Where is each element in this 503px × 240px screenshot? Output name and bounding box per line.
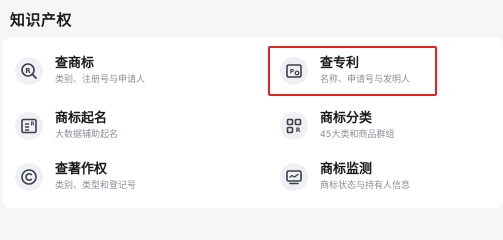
- tile-trademark-monitor[interactable]: 商标监测 商标状态与持有人信息: [272, 152, 502, 202]
- tile-description: 名称、申请号与发明人: [320, 75, 411, 85]
- tile-description: 大数据辅助起名: [55, 130, 119, 140]
- svg-text:R: R: [25, 67, 31, 75]
- tile-description: 类别、注册号与申请人: [55, 75, 146, 85]
- tile-title: 查商标: [55, 56, 95, 71]
- tile-title: 查专利: [320, 56, 360, 71]
- tile-trademark-naming[interactable]: R 商标起名 大数据辅助起名: [7, 101, 237, 151]
- patent-search-icon: P: [280, 57, 308, 85]
- tile-description: 45大类和商品群组: [320, 130, 395, 140]
- tile-title: 查著作权: [55, 162, 108, 177]
- tile-title: 商标分类: [320, 111, 373, 126]
- svg-text:P: P: [290, 69, 295, 76]
- tile-trademark-category[interactable]: R 商标分类 45大类和商品群组: [272, 101, 502, 151]
- trademark-search-icon: R: [15, 57, 43, 85]
- tile-patent-search[interactable]: P 查专利 名称、申请号与发明人: [272, 46, 502, 96]
- monitor-icon: [280, 163, 308, 191]
- tile-trademark-search[interactable]: R 查商标 类别、注册号与申请人: [7, 46, 237, 96]
- tile-title: 商标监测: [320, 162, 373, 177]
- category-grid-icon: R: [280, 112, 308, 140]
- tile-copyright-search[interactable]: 查著作权 类别、类型和登记号: [7, 152, 237, 202]
- tile-title: 商标起名: [55, 111, 108, 126]
- svg-text:R: R: [31, 122, 35, 128]
- tile-description: 商标状态与持有人信息: [320, 181, 411, 191]
- svg-text:R: R: [296, 127, 301, 134]
- section-title: 知识产权: [10, 11, 73, 29]
- tile-description: 类别、类型和登记号: [55, 181, 137, 191]
- copyright-icon: [15, 163, 43, 191]
- trademark-naming-icon: R: [15, 112, 43, 140]
